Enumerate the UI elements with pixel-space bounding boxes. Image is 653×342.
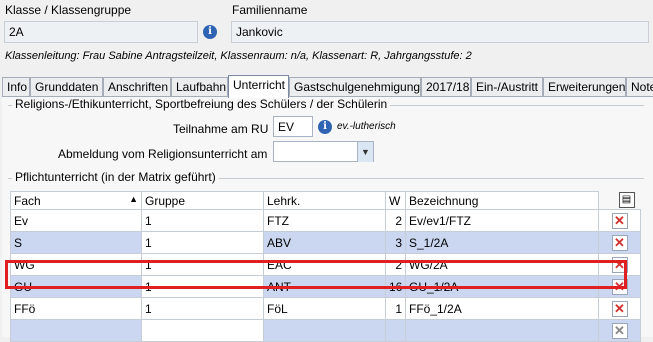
info-icon[interactable]: i [203,25,217,39]
tab-grunddaten[interactable]: Grunddaten [30,77,103,97]
table-row[interactable]: FFö 1 FöL 1 FFö_1/2A ✕ [10,297,641,320]
column-header-fach[interactable]: Fach ▲ [10,191,142,210]
tab-info[interactable]: Info [2,77,30,97]
teilnahme-label: Teilnahme am RU [173,122,269,136]
delete-cell: ✕ [598,297,641,320]
chevron-down-icon[interactable]: ▼ [357,142,373,162]
cell-w[interactable] [385,319,406,342]
cell-gruppe[interactable] [141,319,264,342]
column-header-w[interactable]: W [385,191,406,210]
klassen-info-line: Klassenleitung: Frau Sabine Antragsteilz… [5,50,472,62]
cell-w[interactable]: 1 [385,297,406,320]
cell-gruppe[interactable]: 1 [141,297,264,320]
tab-ein-austritt[interactable]: Ein-/Austritt [471,77,543,97]
delete-row-icon[interactable]: ✕ [611,322,628,339]
pflicht-group-title: Pflichtunterricht (in der Matrix geführt… [12,170,219,184]
klasse-label: Klasse / Klassengruppe [5,3,132,17]
tab-laufbahn[interactable]: Laufbahn [171,77,228,97]
cell-bezeichnung[interactable]: Ev/ev1/FTZ [405,209,599,232]
klasse-field[interactable]: 2A [4,21,198,43]
tab-note[interactable]: Note [626,77,653,97]
tab-content: Religions-/Ethikunterricht, Sportbefreiu… [2,96,653,342]
table-row-new[interactable]: ✕ [10,319,641,342]
column-chooser-button[interactable]: ▤ [618,191,641,210]
tab-anschriften[interactable]: Anschriften [103,77,171,97]
cell-gruppe[interactable]: 1 [141,209,264,232]
familienname-label: Familienname [232,3,308,17]
delete-row-icon[interactable]: ✕ [611,212,628,229]
cell-bezeichnung[interactable] [405,319,599,342]
delete-cell: ✕ [598,319,641,342]
familienname-field[interactable]: Jankovic [231,21,649,43]
cell-gruppe[interactable]: 1 [141,231,264,254]
delete-row-icon[interactable]: ✕ [611,234,628,251]
cell-fach[interactable]: S [10,231,142,254]
cell-lehrk[interactable]: FTZ [263,209,386,232]
tab-unterricht[interactable]: Unterricht [228,75,289,98]
teilnahme-hint: ev.-lutherisch [337,121,396,132]
cell-fach[interactable]: FFö [10,297,142,320]
cell-fach[interactable]: Ev [10,209,142,232]
abmeldung-label: Abmeldung vom Religionsunterricht am [58,147,268,161]
delete-cell: ✕ [598,231,641,254]
tab-gastschulgenehmigung[interactable]: Gastschulgenehmigung [289,77,421,97]
cell-lehrk[interactable] [263,319,386,342]
delete-row-icon[interactable]: ✕ [611,300,628,317]
cell-w[interactable]: 3 [385,231,406,254]
column-header-lehrk[interactable]: Lehrk. [263,191,386,210]
column-header-bezeichnung[interactable]: Bezeichnung [405,191,599,210]
abmeldung-date-picker[interactable]: ▼ [273,141,374,162]
teilnahme-info-icon[interactable]: i [318,120,332,134]
table-row[interactable]: Ev 1 FTZ 2 Ev/ev1/FTZ ✕ [10,209,641,232]
delete-cell: ✕ [598,209,641,232]
religion-group-title: Religions-/Ethikunterricht, Sportbefreiu… [12,97,391,111]
cell-bezeichnung[interactable]: FFö_1/2A [405,297,599,320]
cell-lehrk[interactable]: ABV [263,231,386,254]
tab-erweiterungen[interactable]: Erweiterungen [543,77,626,97]
table-row[interactable]: S 1 ABV 3 S_1/2A ✕ [10,231,641,254]
header-spacer [598,191,619,210]
cell-bezeichnung[interactable]: S_1/2A [405,231,599,254]
tab-schuljahr[interactable]: 2017/18 [421,77,471,97]
cell-lehrk[interactable]: FöL [263,297,386,320]
cell-fach[interactable] [10,319,142,342]
cell-w[interactable]: 2 [385,209,406,232]
column-chooser-icon: ▤ [618,192,635,209]
highlight-box [5,260,627,289]
column-header-gruppe[interactable]: Gruppe [141,191,264,210]
teilnahme-field[interactable]: EV [273,116,313,137]
tab-bar: Info Grunddaten Anschriften Laufbahn Unt… [2,75,653,98]
